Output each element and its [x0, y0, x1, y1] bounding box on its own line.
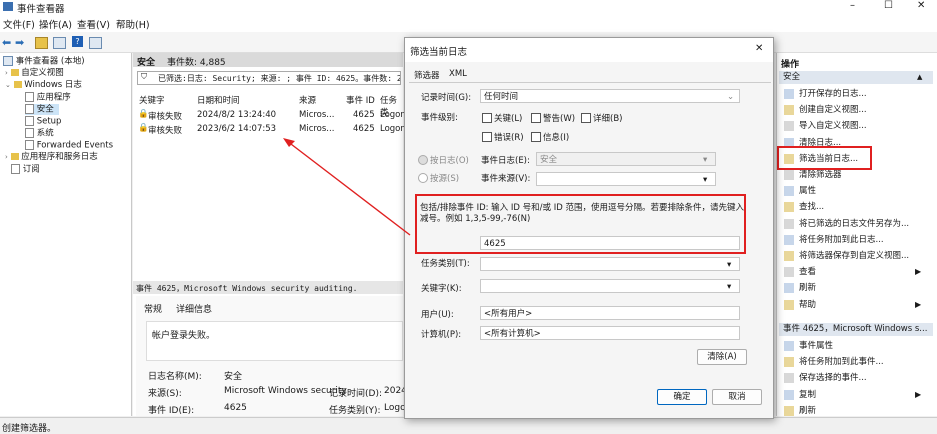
annotation-arrow: [283, 138, 411, 236]
